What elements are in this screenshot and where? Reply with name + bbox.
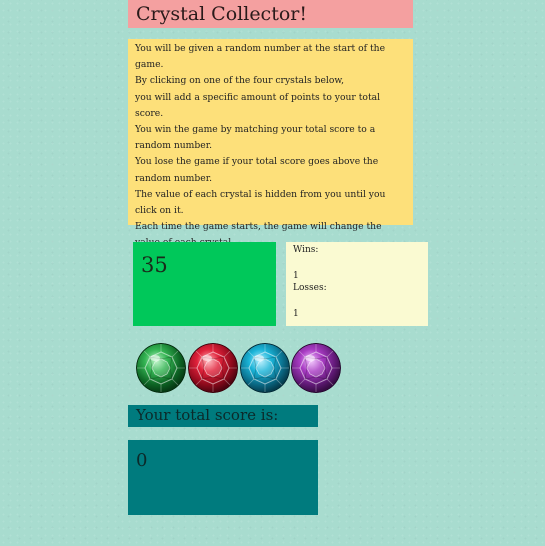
total-score-display: 0 bbox=[128, 440, 318, 515]
crystal-button-blue[interactable] bbox=[240, 343, 290, 393]
instruction-line: You win the game by matching your total … bbox=[135, 124, 376, 152]
instruction-line: you will add a specific amount of points… bbox=[135, 91, 381, 119]
instructions-panel: You will be given a random number at the… bbox=[128, 39, 413, 248]
crystal-button-green[interactable] bbox=[136, 343, 186, 393]
instruction-line: You will be given a random number at the… bbox=[135, 43, 386, 71]
losses-count: 1 bbox=[293, 308, 299, 319]
wins-label: Wins: bbox=[293, 245, 319, 255]
blue-crystal-icon bbox=[240, 343, 290, 393]
game-title: Crystal Collector! bbox=[128, 0, 413, 28]
random-number-display: 35 bbox=[133, 242, 276, 326]
losses-label: Losses: bbox=[293, 283, 327, 293]
instruction-line: By clicking on one of the four crystals … bbox=[135, 75, 345, 87]
purple-crystal-icon bbox=[291, 343, 341, 393]
crystal-button-red[interactable] bbox=[188, 343, 238, 393]
stats-panel: Wins: 1 Losses: 1 bbox=[286, 242, 428, 326]
wins-count: 1 bbox=[293, 270, 299, 281]
crystal-button-purple[interactable] bbox=[291, 343, 341, 393]
green-crystal-icon bbox=[136, 343, 186, 393]
instruction-line: You lose the game if your total score go… bbox=[135, 156, 379, 184]
red-crystal-icon bbox=[188, 343, 238, 393]
total-score-label: Your total score is: bbox=[128, 405, 318, 427]
instruction-line: The value of each crystal is hidden from… bbox=[135, 188, 386, 217]
